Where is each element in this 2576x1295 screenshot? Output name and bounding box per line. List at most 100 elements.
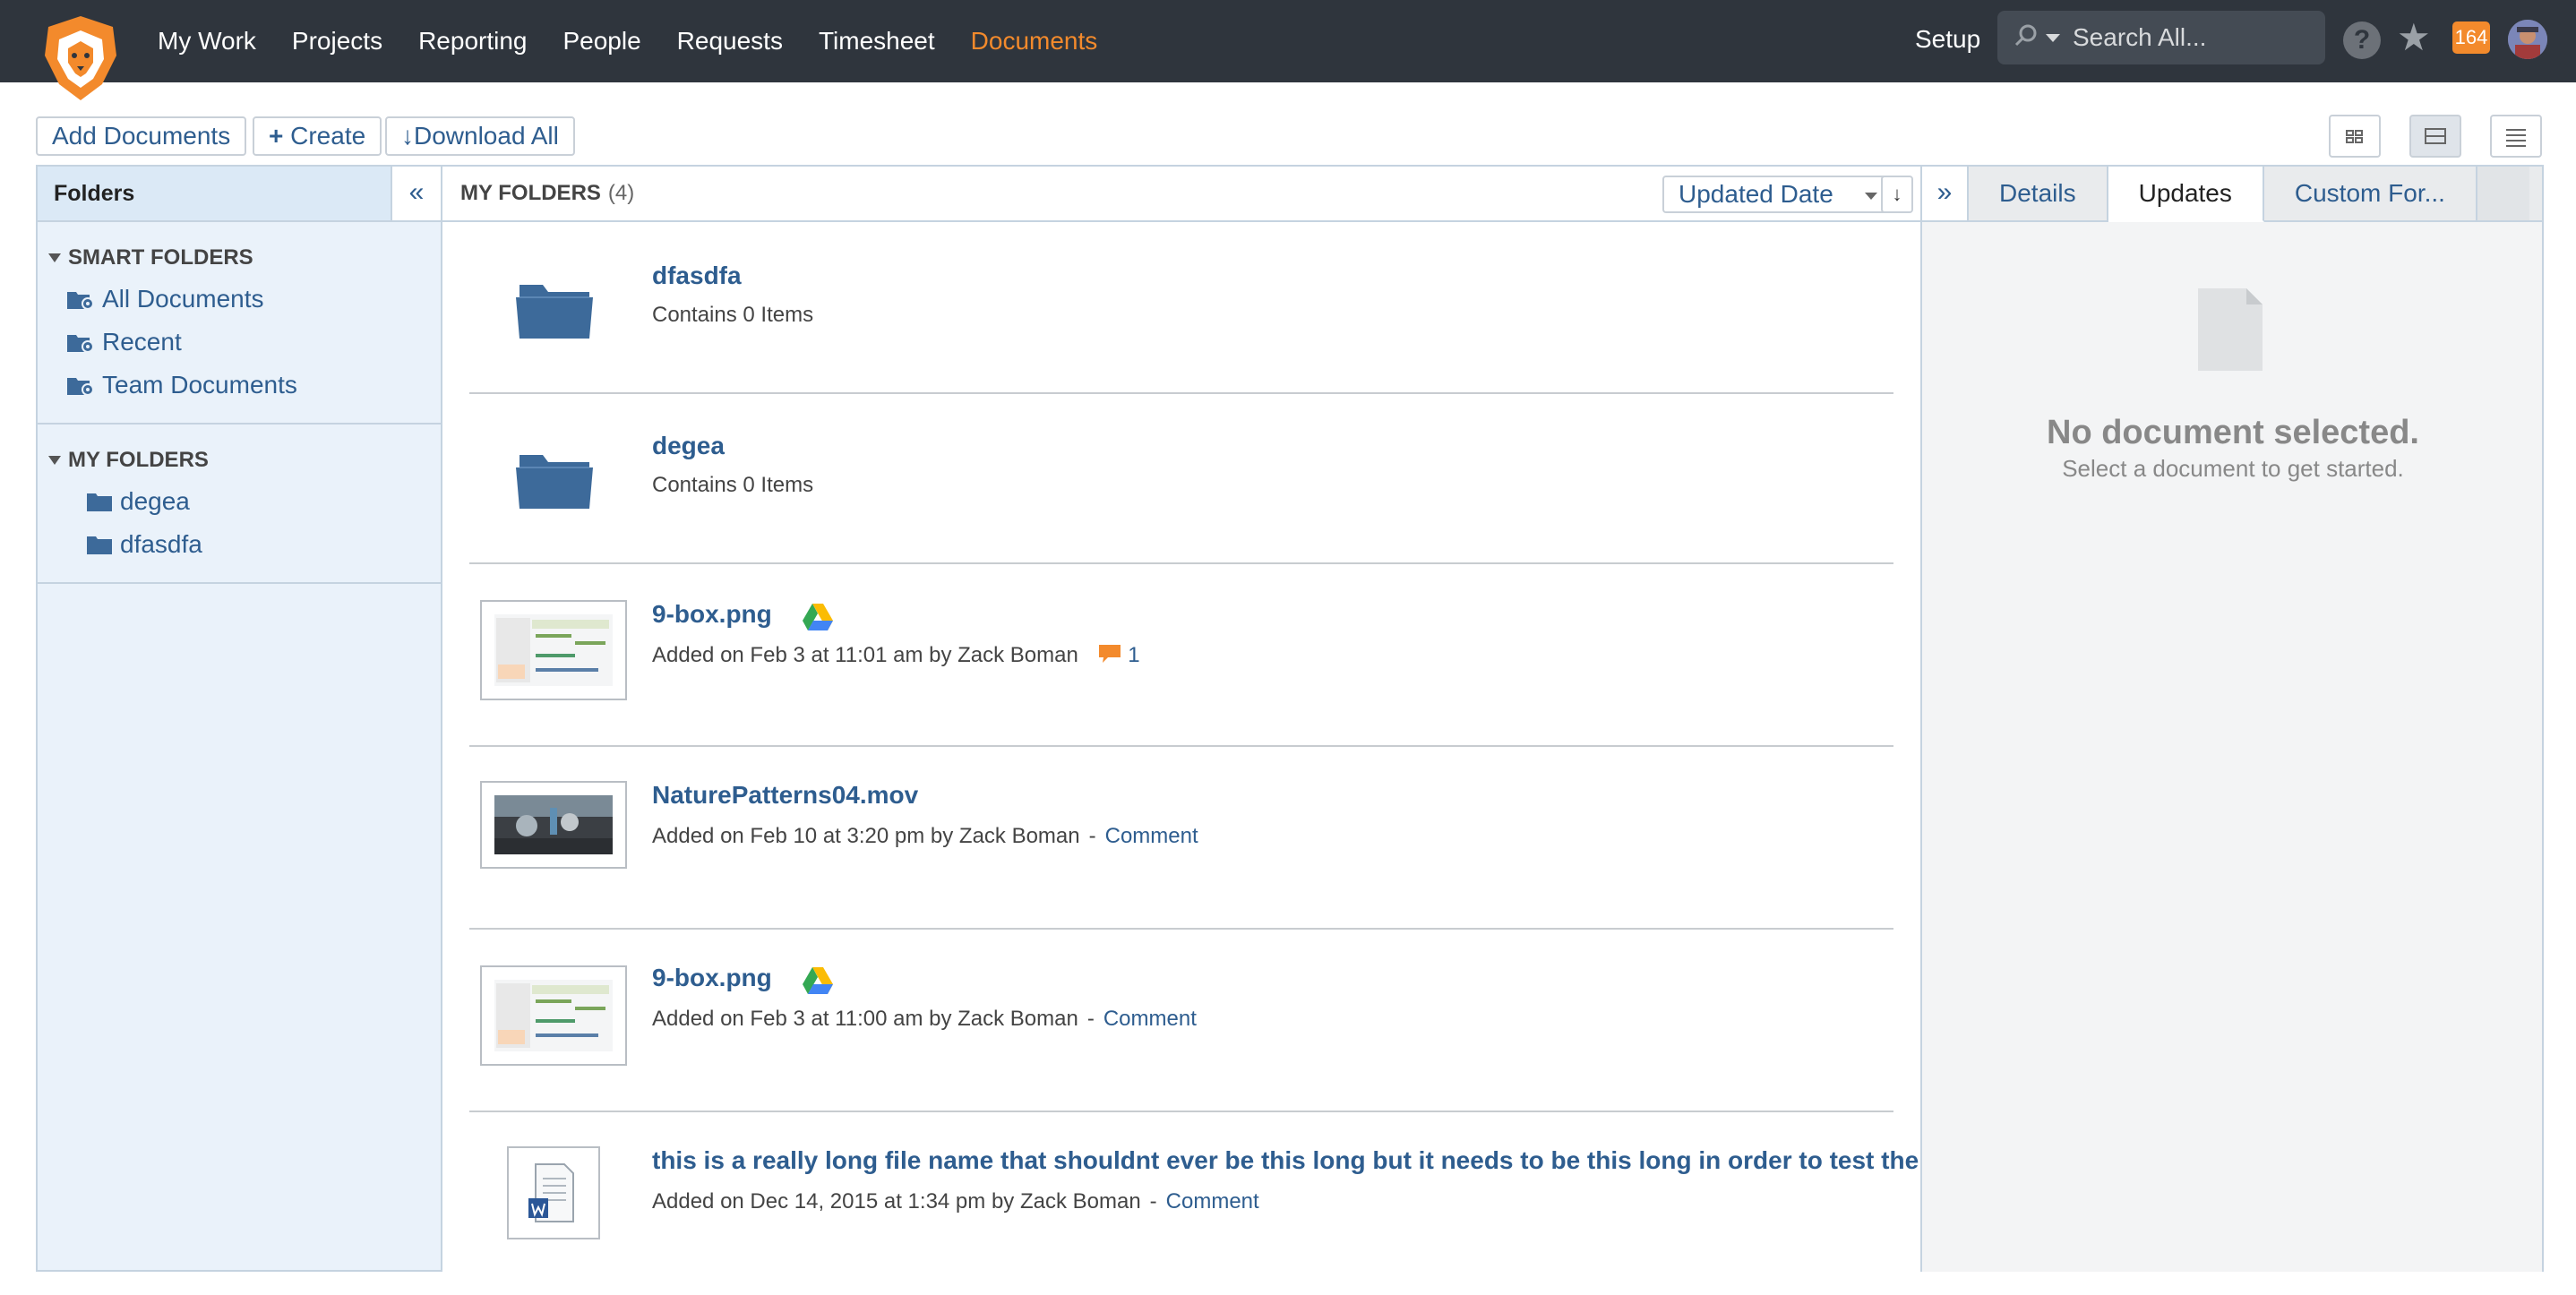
smart-folder-all-documents[interactable]: All Documents: [38, 278, 441, 321]
smart-folder-icon: [67, 378, 94, 396]
collapse-panel-button[interactable]: «: [391, 167, 441, 220]
smart-folders-section: SMART FOLDERS All Documents Recent Team …: [38, 222, 441, 425]
list-item[interactable]: NaturePatterns04.mov Added on Feb 10 at …: [469, 747, 1893, 930]
word-document-icon: [507, 1146, 600, 1239]
my-folders-section: MY FOLDERS degea dfasdfa: [38, 425, 441, 584]
list-view-button[interactable]: [2490, 115, 2542, 158]
image-thumbnail: [480, 965, 627, 1066]
meta-separator: -: [1088, 824, 1096, 848]
smart-folder-icon: [67, 292, 94, 310]
nav-requests[interactable]: Requests: [677, 27, 783, 56]
comment-bubble-icon: [1098, 645, 1121, 663]
comment-count: 1: [1128, 643, 1140, 667]
detail-view-button[interactable]: [2409, 115, 2461, 158]
smart-folder-label: Recent: [102, 328, 182, 356]
comment-link[interactable]: Comment: [1105, 824, 1198, 848]
nav-reporting[interactable]: Reporting: [418, 27, 527, 56]
document-name-link[interactable]: degea: [652, 432, 725, 460]
comment-count-link[interactable]: 1: [1097, 643, 1140, 667]
empty-state-title: No document selected.: [2047, 414, 2419, 451]
tab-overflow[interactable]: [2477, 167, 2529, 220]
notification-badge[interactable]: 164: [2452, 21, 2490, 54]
document-meta: Contains 0 Items: [652, 473, 814, 497]
tab-updates[interactable]: Updates: [2108, 167, 2264, 222]
sort-direction-icon: ↓: [1892, 183, 1902, 205]
document-meta-text: Added on Feb 3 at 11:00 am by Zack Boman: [652, 1007, 1078, 1031]
document-meta: Added on Feb 3 at 11:00 am by Zack Boman…: [652, 1007, 1197, 1032]
tab-details[interactable]: Details: [1969, 167, 2108, 220]
document-name-link[interactable]: dfasdfa: [652, 262, 742, 290]
smart-folder-recent[interactable]: Recent: [38, 321, 441, 364]
documents-list-panel: MY FOLDERS (4) Updated Date ↓ dfasdfa Co…: [442, 165, 1946, 1272]
document-name-link[interactable]: this is a really long file name that sho…: [652, 1146, 1946, 1175]
nav-my-work[interactable]: My Work: [158, 27, 256, 56]
my-folders-title: MY FOLDERS: [68, 448, 209, 472]
lion-logo-icon[interactable]: [38, 14, 124, 100]
document-meta: Added on Feb 3 at 11:01 am by Zack Boman…: [652, 643, 1140, 668]
expand-panel-button[interactable]: »: [1922, 167, 1969, 220]
sort-direction-button[interactable]: ↓: [1881, 176, 1913, 213]
details-tabs: » Details Updates Custom For...: [1922, 167, 2542, 222]
list-count: (4): [607, 181, 635, 205]
document-name-link[interactable]: 9-box.png: [652, 964, 772, 992]
comment-link[interactable]: Comment: [1166, 1189, 1259, 1214]
list-item[interactable]: this is a really long file name that sho…: [469, 1112, 1946, 1295]
search-icon: [2014, 23, 2040, 53]
documents-list-header: MY FOLDERS (4) Updated Date ↓: [442, 167, 1920, 222]
chevron-down-icon: [1865, 193, 1877, 200]
list-item[interactable]: dfasdfa Contains 0 Items: [469, 224, 1893, 394]
google-drive-icon: [803, 604, 833, 635]
comment-link[interactable]: Comment: [1103, 1007, 1197, 1031]
setup-link[interactable]: Setup: [1915, 25, 1980, 54]
sort-by-select[interactable]: Updated Date: [1662, 176, 1890, 213]
document-meta: Added on Dec 14, 2015 at 1:34 pm by Zack…: [652, 1189, 1259, 1214]
smart-folder-team-documents[interactable]: Team Documents: [38, 364, 441, 407]
google-drive-icon: [803, 967, 833, 999]
folders-panel: Folders « SMART FOLDERS All Documents Re…: [36, 165, 442, 1272]
folders-panel-title: Folders: [54, 180, 135, 206]
meta-separator: -: [1149, 1189, 1157, 1214]
my-folders-toggle[interactable]: MY FOLDERS: [38, 448, 441, 473]
folder-item-dfasdfa[interactable]: dfasdfa: [38, 523, 441, 566]
nav-projects[interactable]: Projects: [292, 27, 382, 56]
folder-item-degea[interactable]: degea: [38, 480, 441, 523]
smart-folder-icon: [67, 335, 94, 353]
list-item[interactable]: 9-box.png Added on Feb 3 at 11:00 am by …: [469, 930, 1893, 1112]
document-name-link[interactable]: 9-box.png: [652, 600, 772, 629]
search-box[interactable]: Search All...: [1997, 11, 2325, 64]
document-meta-text: Added on Feb 3 at 11:01 am by Zack Boman: [652, 643, 1078, 667]
list-title: MY FOLDERS: [460, 181, 601, 205]
download-icon: ↓: [401, 122, 414, 150]
meta-separator: -: [1086, 1007, 1095, 1031]
search-scope-caret-icon[interactable]: [2046, 33, 2060, 42]
empty-state-subtitle: Select a document to get started.: [2062, 455, 2404, 482]
list-item[interactable]: 9-box.png Added on Feb 3 at 11:01 am by …: [469, 564, 1893, 747]
help-icon[interactable]: ?: [2343, 21, 2381, 59]
folder-icon: [516, 279, 593, 343]
blank-document-icon: [2196, 287, 2264, 377]
sort-by-label: Updated Date: [1679, 180, 1833, 208]
add-documents-button[interactable]: Add Documents: [36, 116, 247, 156]
expand-triangle-icon: [48, 456, 61, 465]
expand-triangle-icon: [48, 253, 61, 262]
avatar[interactable]: [2508, 20, 2547, 59]
nav-documents[interactable]: Documents: [971, 27, 1098, 56]
document-meta-text: Added on Dec 14, 2015 at 1:34 pm by Zack…: [652, 1189, 1141, 1214]
folder-label: dfasdfa: [120, 530, 202, 558]
nav-timesheet[interactable]: Timesheet: [819, 27, 935, 56]
folder-icon: [516, 450, 593, 513]
nav-people[interactable]: People: [562, 27, 640, 56]
tab-custom-forms[interactable]: Custom For...: [2264, 167, 2477, 220]
favorites-star-icon[interactable]: ★: [2397, 16, 2431, 59]
video-thumbnail: [480, 781, 627, 869]
document-meta: Contains 0 Items: [652, 303, 814, 327]
folders-panel-header: Folders «: [38, 167, 441, 222]
document-name-link[interactable]: NaturePatterns04.mov: [652, 781, 918, 810]
smart-folder-label: Team Documents: [102, 371, 297, 399]
download-all-button[interactable]: ↓Download All: [385, 116, 575, 156]
smart-folder-label: All Documents: [102, 285, 264, 313]
grid-view-button[interactable]: [2329, 115, 2381, 158]
smart-folders-toggle[interactable]: SMART FOLDERS: [38, 245, 441, 270]
create-button[interactable]: + Create: [253, 116, 382, 156]
list-item[interactable]: degea Contains 0 Items: [469, 394, 1893, 564]
